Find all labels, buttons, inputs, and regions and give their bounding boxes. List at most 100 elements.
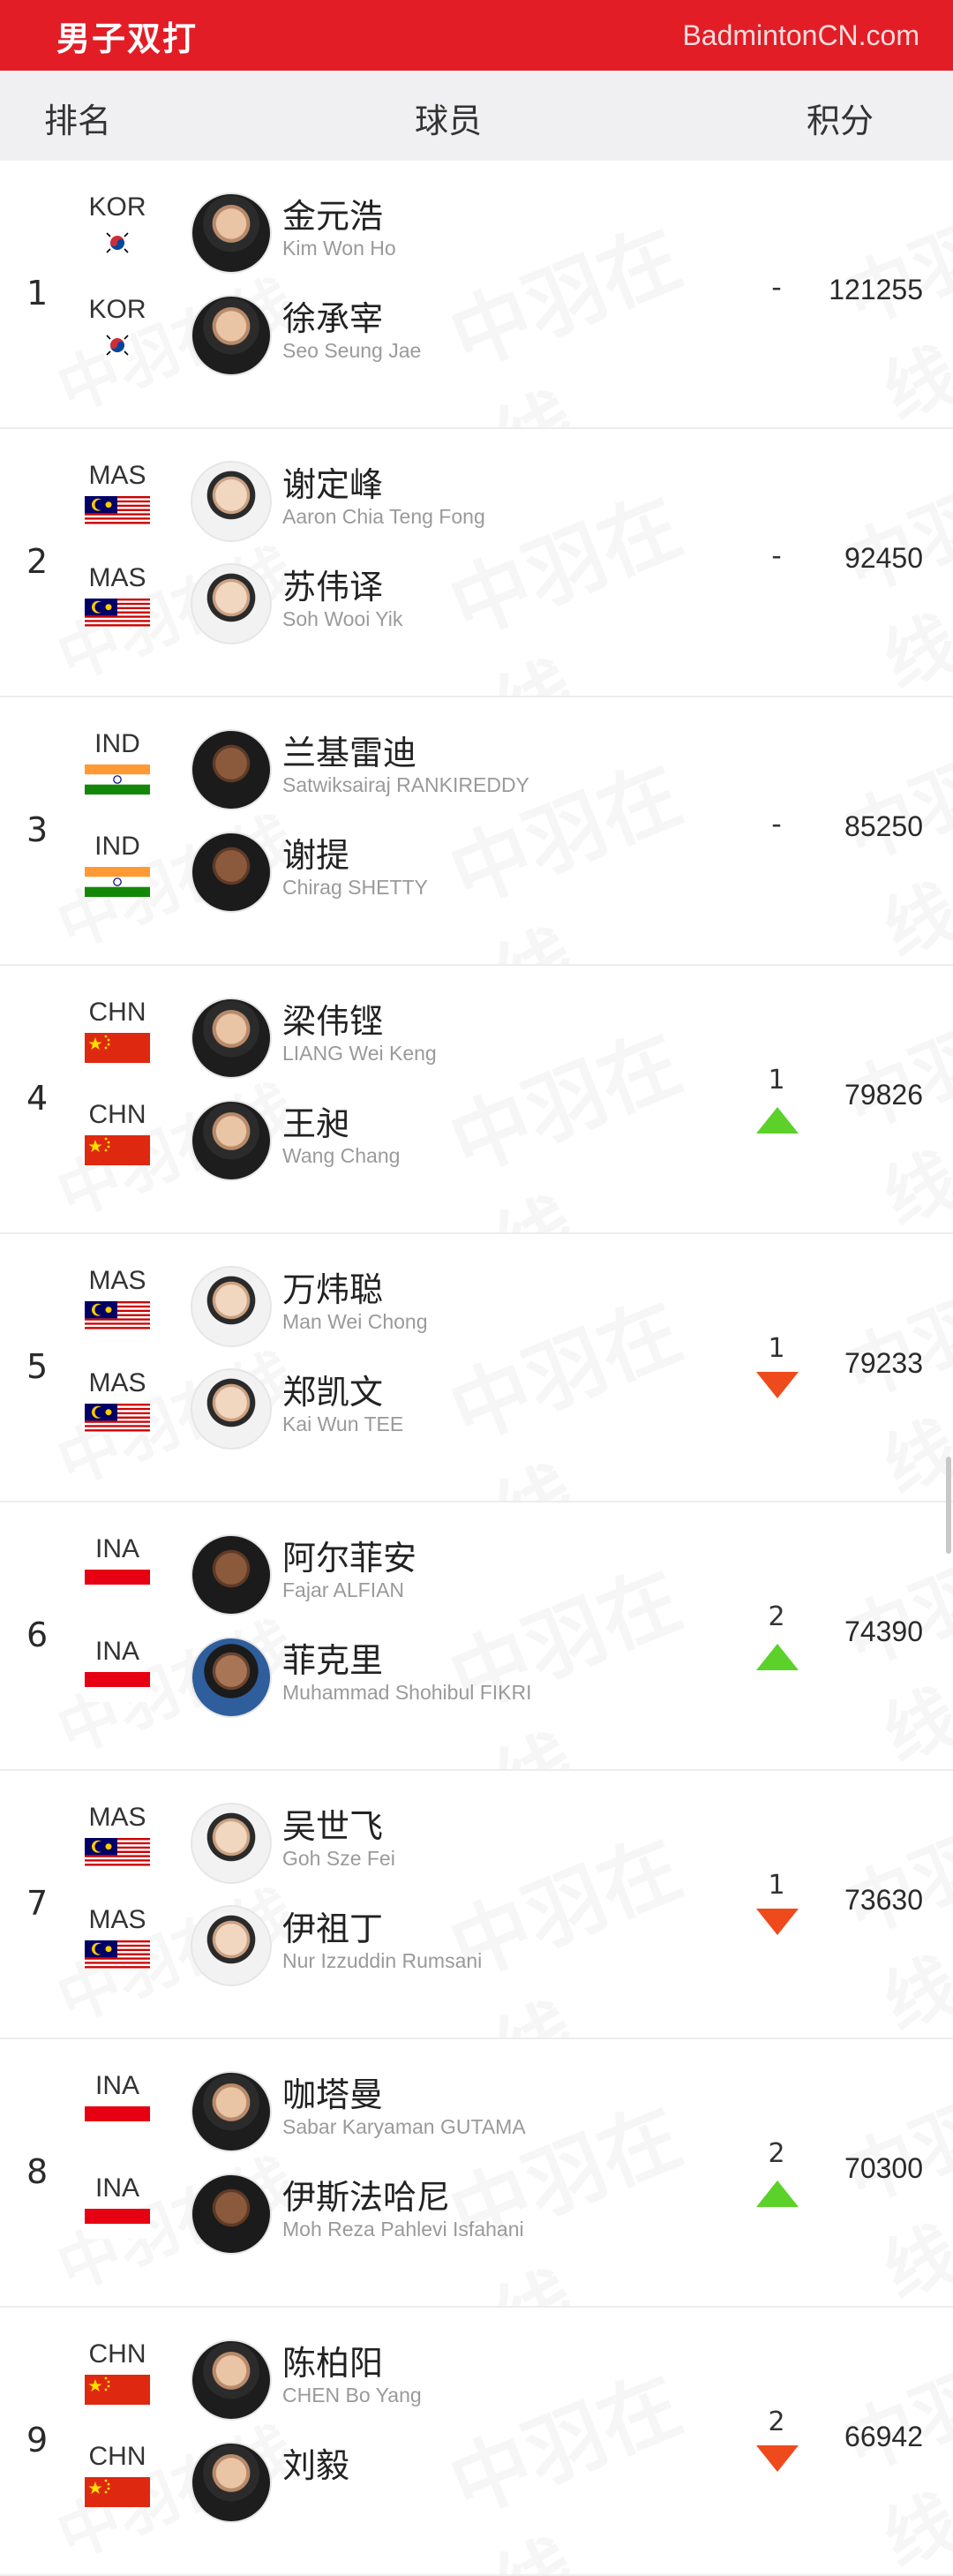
player-name-english: Man Wei Chong <box>282 1310 428 1333</box>
player-entry[interactable]: INA 菲克里 Muhammad Shohibul FIKRI <box>85 1637 861 1734</box>
avatar[interactable] <box>191 461 272 542</box>
avatar[interactable] <box>191 998 272 1079</box>
avatar[interactable] <box>191 2442 272 2523</box>
player-entry[interactable]: INA 阿尔菲安 Fajar ALFIAN <box>85 1534 861 1631</box>
player-entry[interactable]: KOR 徐承宰 Seo Seung Jae <box>85 295 861 392</box>
indonesia-flag <box>85 1672 150 1702</box>
avatar[interactable] <box>191 832 272 913</box>
player-name-english: Aaron Chia Teng Fong <box>282 505 485 528</box>
country-code: MAS <box>88 461 146 490</box>
player-entry[interactable]: MAS 谢定峰 Aaron Chia Teng Fong <box>85 461 861 558</box>
player-name-chinese[interactable]: 王昶 <box>282 1096 349 1145</box>
rank-number: 2 <box>26 542 49 581</box>
table-row[interactable]: 中羽在线中羽在线中羽在线7MAS吴世飞Goh Sze FeiMAS伊祖丁Nur … <box>0 1771 953 2039</box>
player-name-chinese[interactable]: 谢提 <box>282 828 349 877</box>
country-code: IND <box>94 832 140 861</box>
avatar[interactable] <box>191 1637 272 1718</box>
player-name-chinese[interactable]: 阿尔菲安 <box>282 1531 416 1579</box>
player-name-chinese[interactable]: 陈柏阳 <box>282 2336 383 2384</box>
column-header-points: 积分 <box>807 102 874 140</box>
points-value: 74390 <box>844 1616 923 1647</box>
rank-change: 2 <box>768 2138 785 2169</box>
player-name-chinese[interactable]: 郑凯文 <box>282 1365 383 1413</box>
player-entry[interactable]: IND 谢提 Chirag SHETTY <box>85 832 861 929</box>
column-header-rank: 排名 <box>44 102 112 140</box>
country-code: IND <box>94 729 140 758</box>
rank-number: 3 <box>26 810 49 849</box>
player-entry[interactable]: MAS 苏伟译 Soh Wooi Yik <box>85 563 861 660</box>
player-entry[interactable]: INA 咖塔曼 Sabar Karyaman GUTAMA <box>85 2071 861 2168</box>
player-entry[interactable]: CHN 王昶 Wang Chang <box>85 1100 861 1197</box>
player-name-english: Sabar Karyaman GUTAMA <box>282 2115 526 2138</box>
table-row[interactable]: 中羽在线中羽在线中羽在线1KOR金元浩Kim Won HoKOR徐承宰Seo S… <box>0 161 953 429</box>
rank-change: 1 <box>768 1065 785 1096</box>
player-entry[interactable]: MAS 万炜聪 Man Wei Chong <box>85 1266 861 1363</box>
player-entry[interactable]: KOR 金元浩 Kim Won Ho <box>85 192 861 290</box>
player-name-chinese[interactable]: 徐承宰 <box>282 291 383 340</box>
table-row[interactable]: 中羽在线中羽在线中羽在线9CHN陈柏阳CHEN Bo YangCHN刘毅2669… <box>0 2308 953 2576</box>
player-entry[interactable]: CHN 陈柏阳 CHEN Bo Yang <box>85 2339 861 2437</box>
malaysia-flag <box>85 496 150 526</box>
player-entry[interactable]: CHN 梁伟铿 LIANG Wei Keng <box>85 998 861 1095</box>
avatar[interactable] <box>191 192 272 274</box>
avatar[interactable] <box>191 729 272 810</box>
down-arrow-icon <box>756 1909 799 1935</box>
player-name-chinese[interactable]: 刘毅 <box>282 2438 349 2487</box>
player-entry[interactable]: MAS 郑凯文 Kai Wun TEE <box>85 1368 861 1465</box>
player-entry[interactable]: IND 兰基雷迪 Satwiksairaj RANKIREDDY <box>85 729 861 826</box>
malaysia-flag <box>85 1838 150 1868</box>
rank-change: - <box>771 539 782 572</box>
points-value: 70300 <box>844 2152 923 2184</box>
up-arrow-icon <box>756 1644 799 1670</box>
player-name-chinese[interactable]: 咖塔曼 <box>282 2068 383 2116</box>
country-code: INA <box>94 2173 139 2203</box>
player-entry[interactable]: MAS 伊祖丁 Nur Izzuddin Rumsani <box>85 1905 861 2002</box>
country-code: MAS <box>88 1905 146 1934</box>
rank-change: 1 <box>768 1333 785 1364</box>
avatar[interactable] <box>191 1100 272 1181</box>
avatar[interactable] <box>191 2071 272 2152</box>
player-name-chinese[interactable]: 伊祖丁 <box>282 1902 383 1950</box>
avatar[interactable] <box>191 1803 272 1884</box>
india-flag <box>85 867 150 897</box>
indonesia-flag <box>85 2106 150 2136</box>
table-row[interactable]: 中羽在线中羽在线中羽在线4CHN梁伟铿LIANG Wei KengCHN王昶Wa… <box>0 966 953 1234</box>
rank-change: 1 <box>768 1870 785 1901</box>
player-name-chinese[interactable]: 万炜聪 <box>282 1262 383 1311</box>
player-entry[interactable]: MAS 吴世飞 Goh Sze Fei <box>85 1803 861 1900</box>
rank-number: 1 <box>26 274 49 313</box>
avatar[interactable] <box>191 295 272 376</box>
player-name-english: CHEN Bo Yang <box>282 2384 422 2407</box>
table-row[interactable]: 中羽在线中羽在线中羽在线5MAS万炜聪Man Wei ChongMAS郑凯文Ka… <box>0 1234 953 1503</box>
avatar[interactable] <box>191 2339 272 2421</box>
player-name-chinese[interactable]: 谢定峰 <box>282 457 383 506</box>
player-name-chinese[interactable]: 伊斯法哈尼 <box>282 2170 450 2218</box>
table-row[interactable]: 中羽在线中羽在线中羽在线6INA阿尔菲安Fajar ALFIANINA菲克里Mu… <box>0 1503 953 1771</box>
avatar[interactable] <box>191 1534 272 1616</box>
avatar[interactable] <box>191 563 272 644</box>
table-row[interactable]: 中羽在线中羽在线中羽在线8INA咖塔曼Sabar Karyaman GUTAMA… <box>0 2039 953 2308</box>
player-entry[interactable]: CHN 刘毅 <box>85 2442 861 2539</box>
player-name-chinese[interactable]: 金元浩 <box>282 189 383 237</box>
malaysia-flag <box>85 1940 150 1970</box>
player-name-chinese[interactable]: 吴世飞 <box>282 1799 383 1848</box>
table-row[interactable]: 中羽在线中羽在线中羽在线3IND兰基雷迪Satwiksairaj RANKIRE… <box>0 697 953 966</box>
table-row[interactable]: 中羽在线中羽在线中羽在线2MAS谢定峰Aaron Chia Teng FongM… <box>0 429 953 697</box>
player-name-chinese[interactable]: 兰基雷迪 <box>282 726 416 774</box>
player-name-chinese[interactable]: 苏伟译 <box>282 560 383 608</box>
up-arrow-icon <box>756 1107 799 1134</box>
avatar[interactable] <box>191 1266 272 1347</box>
avatar[interactable] <box>191 1368 272 1450</box>
malaysia-flag <box>85 1404 150 1434</box>
player-name-chinese[interactable]: 梁伟铿 <box>282 994 383 1043</box>
avatar[interactable] <box>191 1905 272 1986</box>
rank-number: 5 <box>26 1347 49 1386</box>
player-name-english: Moh Reza Pahlevi Isfahani <box>282 2218 524 2241</box>
avatar[interactable] <box>191 2173 272 2255</box>
scrollbar[interactable] <box>946 1457 951 1554</box>
player-name-chinese[interactable]: 菲克里 <box>282 1633 383 1682</box>
player-entry[interactable]: INA 伊斯法哈尼 Moh Reza Pahlevi Isfahani <box>85 2173 861 2271</box>
player-name-english: Satwiksairaj RANKIREDDY <box>282 773 529 796</box>
app-header: 男子双打 BadmintonCN.com <box>0 0 953 71</box>
player-name-english: Muhammad Shohibul FIKRI <box>282 1681 532 1704</box>
